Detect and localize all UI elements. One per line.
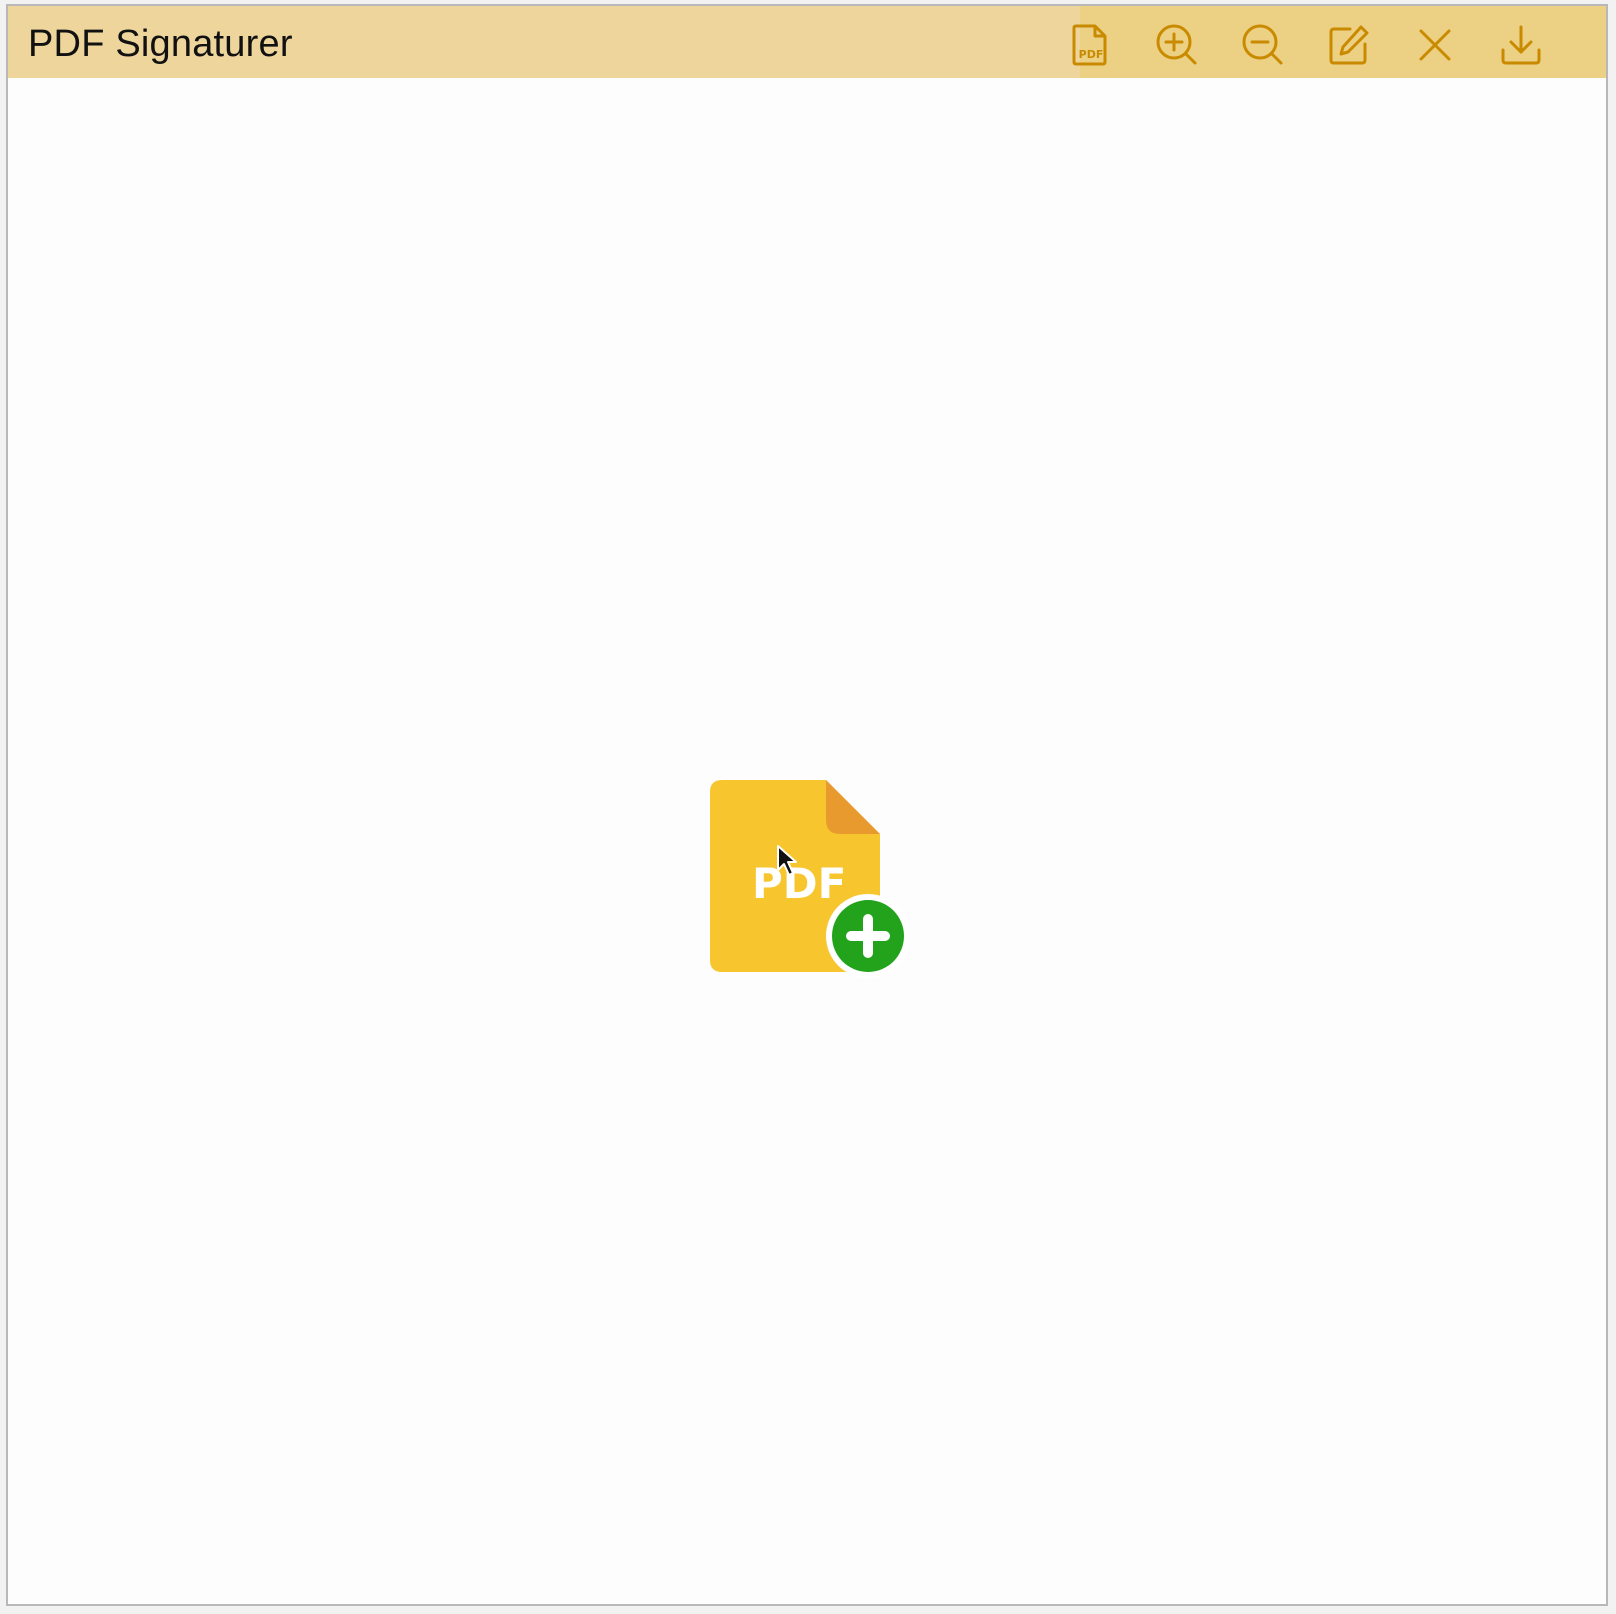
app-window: PDF Signaturer PDF PDF: [6, 4, 1608, 1606]
close-icon: [1419, 29, 1451, 61]
pdf-file-icon-label: PDF: [1079, 48, 1104, 61]
document-area[interactable]: PDF: [8, 78, 1606, 1604]
download-button[interactable]: [1498, 22, 1544, 68]
close-button[interactable]: [1412, 22, 1458, 68]
pdf-add-icon-label: PDF: [752, 859, 846, 908]
zoom-out-button[interactable]: [1240, 22, 1286, 68]
zoom-out-icon: [1242, 24, 1283, 65]
edit-button[interactable]: [1326, 22, 1372, 68]
download-icon: [1501, 25, 1541, 65]
pdf-add-icon: PDF: [710, 780, 910, 978]
titlebar: PDF Signaturer PDF: [8, 6, 1606, 78]
app-title: PDF Signaturer: [28, 23, 293, 65]
edit-icon: [1329, 25, 1369, 65]
zoom-in-button[interactable]: [1154, 22, 1200, 68]
pdf-file-icon: PDF: [1072, 24, 1107, 66]
open-pdf-button[interactable]: PDF: [1068, 22, 1114, 68]
zoom-in-icon: [1156, 24, 1197, 65]
add-pdf-button[interactable]: PDF: [710, 780, 914, 990]
